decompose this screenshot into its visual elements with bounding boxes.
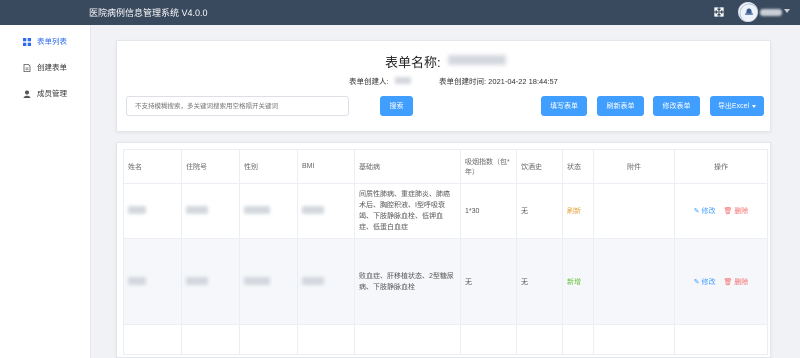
cell-alcohol: 无 bbox=[516, 183, 563, 239]
cell-alcohol: 无 bbox=[516, 238, 563, 325]
cell-gender bbox=[239, 183, 298, 239]
blurred-value bbox=[302, 206, 324, 214]
header-alcohol: 饮酒史 bbox=[516, 149, 563, 184]
delete-label: 删除 bbox=[734, 278, 749, 286]
status-badge: 新增 bbox=[562, 238, 594, 325]
edit-link[interactable]: ✎ 修改 bbox=[694, 279, 716, 286]
sidebar-item-label: 创建表单 bbox=[37, 63, 67, 72]
blurred-value bbox=[244, 276, 270, 285]
header-smoking-index: 吸烟指数（包*年） bbox=[460, 149, 517, 184]
blurred-value bbox=[302, 276, 324, 285]
edit-label: 修改 bbox=[701, 208, 716, 215]
form-header-card: 表单名称: 表单创建人: 表单创建时间: 2021-04-22 18:44:57… bbox=[116, 40, 771, 132]
chevron-down-icon bbox=[752, 104, 757, 108]
cell-name bbox=[123, 183, 182, 239]
avatar[interactable] bbox=[738, 2, 758, 22]
header-status: 状态 bbox=[562, 149, 594, 184]
sidebar-item-form-list[interactable]: 表单列表 bbox=[23, 36, 67, 47]
app-title: 医院病例信息管理系统 V4.0.0 bbox=[89, 8, 208, 18]
document-icon bbox=[23, 63, 31, 72]
cell-smoking-index: 无 bbox=[460, 238, 517, 325]
records-table: 姓名 住院号 性别 BMI 基础病 吸烟指数（包*年） 饮酒史 状态 附件 操作… bbox=[123, 149, 768, 355]
cell-smoking-index: 1*30 bbox=[460, 183, 517, 239]
top-bar: 医院病例信息管理系统 V4.0.0 bbox=[0, 0, 800, 25]
records-table-card: 姓名 住院号 性别 BMI 基础病 吸烟指数（包*年） 饮酒史 状态 附件 操作… bbox=[116, 142, 771, 358]
search-input[interactable] bbox=[126, 96, 349, 116]
table-row: 间质性肺病、重症肺炎、肺癌术后、胸腔积液、I型呼吸衰竭、下肢静脉血栓、低钾血症、… bbox=[123, 183, 768, 239]
blurred-value bbox=[186, 206, 208, 214]
delete-link[interactable]: 🗑 删除 bbox=[723, 208, 748, 215]
grid-icon bbox=[23, 37, 31, 46]
creator-label: 表单创建人: bbox=[349, 77, 389, 86]
header-actions: 操作 bbox=[674, 149, 768, 184]
search-button[interactable]: 搜索 bbox=[380, 96, 413, 116]
export-label: 导出Excel bbox=[717, 103, 750, 110]
fill-form-button[interactable]: 填写表单 bbox=[541, 96, 587, 116]
blurred-value bbox=[128, 276, 146, 285]
table-header-row: 姓名 住院号 性别 BMI 基础病 吸烟指数（包*年） 饮酒史 状态 附件 操作 bbox=[123, 149, 768, 184]
cell-underlying-disease: 败血症、肝移植状态、2型糖尿病、下肢静脉血栓 bbox=[354, 238, 461, 325]
edit-label: 修改 bbox=[701, 278, 716, 286]
blurred-value bbox=[128, 206, 146, 214]
delete-link[interactable]: 🗑 删除 bbox=[723, 279, 748, 286]
header-attachment: 附件 bbox=[593, 149, 675, 184]
status-badge: 刷新 bbox=[562, 183, 594, 239]
cell-name bbox=[123, 238, 182, 325]
header-bmi: BMI bbox=[297, 149, 355, 184]
form-title-label: 表单名称: bbox=[385, 55, 441, 70]
table-row bbox=[123, 324, 768, 355]
user-icon bbox=[23, 90, 31, 98]
header-admission-no: 住院号 bbox=[181, 149, 240, 184]
chevron-down-icon[interactable] bbox=[784, 9, 790, 13]
cell-actions: ✎ 修改 🗑 删除 bbox=[674, 183, 768, 239]
table-row: 败血症、肝移植状态、2型糖尿病、下肢静脉血栓 无 无 新增 ✎ 修改 🗑 删除 bbox=[123, 238, 768, 325]
cell-bmi bbox=[297, 238, 355, 325]
cell-attachment bbox=[593, 238, 675, 325]
sidebar-item-members[interactable]: 成员管理 bbox=[23, 88, 67, 99]
user-name-blurred[interactable] bbox=[760, 9, 782, 16]
header-name: 姓名 bbox=[123, 149, 182, 184]
cell-admission-no bbox=[181, 238, 240, 325]
header-gender: 性别 bbox=[239, 149, 298, 184]
edit-link[interactable]: ✎ 修改 bbox=[694, 208, 716, 215]
refresh-form-button[interactable]: 刷新表单 bbox=[597, 96, 644, 116]
cell-bmi bbox=[297, 183, 355, 239]
created-time: 表单创建时间: 2021-04-22 18:44:57 bbox=[439, 77, 558, 86]
cell-admission-no bbox=[181, 183, 240, 239]
delete-label: 删除 bbox=[734, 208, 749, 215]
sidebar-item-create-form[interactable]: 创建表单 bbox=[23, 62, 67, 73]
form-name-blurred bbox=[448, 55, 506, 65]
cell-underlying-disease: 间质性肺病、重症肺炎、肺癌术后、胸腔积液、I型呼吸衰竭、下肢静脉血栓、低钾血症、… bbox=[354, 183, 461, 239]
cell-actions: ✎ 修改 🗑 删除 bbox=[674, 238, 768, 325]
cell-gender bbox=[239, 238, 298, 325]
fullscreen-icon[interactable] bbox=[712, 5, 726, 19]
edit-form-button[interactable]: 修改表单 bbox=[653, 96, 700, 116]
cell-attachment bbox=[593, 183, 675, 239]
header-underlying-disease: 基础病 bbox=[354, 149, 461, 184]
sidebar-item-label: 成员管理 bbox=[37, 89, 67, 98]
creator-name-blurred bbox=[395, 77, 411, 84]
blurred-value bbox=[244, 206, 270, 214]
sidebar: 表单列表 创建表单 成员管理 bbox=[0, 25, 91, 358]
export-excel-button[interactable]: 导出Excel bbox=[710, 96, 764, 116]
sidebar-item-label: 表单列表 bbox=[37, 37, 67, 46]
blurred-value bbox=[186, 276, 208, 285]
